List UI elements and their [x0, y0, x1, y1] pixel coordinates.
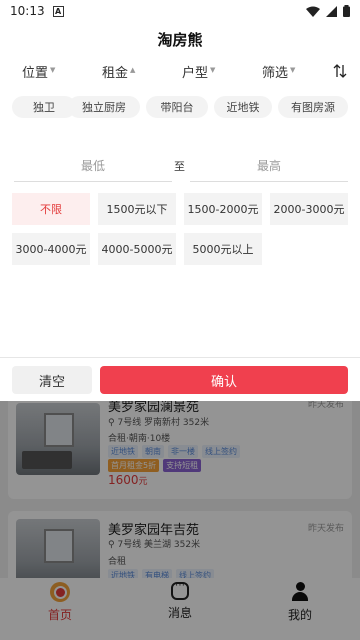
filter-bar: 位置 ▼ 租金 ▲ 户型 ▼ 筛选 ▼ [0, 58, 360, 84]
app-title: 淘房熊 [157, 30, 203, 49]
min-price-input[interactable]: 最低 [14, 150, 172, 182]
confirm-button[interactable]: 确认 [100, 366, 348, 394]
price-range: 最低 至 最高 [0, 150, 360, 186]
quick-tag[interactable]: 有图房源 [278, 96, 348, 118]
filter-location-label: 位置 [22, 65, 49, 81]
filter-more[interactable]: 筛选 ▼ [262, 62, 295, 81]
quick-tag[interactable]: 带阳台 [146, 96, 208, 118]
caret-down-icon: ▼ [50, 66, 56, 74]
notification-a-icon: A [52, 5, 64, 17]
price-option[interactable]: 3000-4000元 [12, 233, 90, 265]
status-time: 10:13 [10, 4, 45, 18]
quick-tag[interactable]: 近地铁 [214, 96, 272, 118]
range-separator: 至 [174, 160, 185, 173]
filter-rent-label: 租金 [102, 65, 129, 81]
quick-tag[interactable]: 独立厨房 [68, 96, 140, 118]
max-price-input[interactable]: 最高 [190, 150, 348, 182]
filter-layout-label: 户型 [182, 65, 209, 81]
clear-button[interactable]: 清空 [12, 366, 92, 394]
wifi-icon [306, 6, 320, 17]
quick-tag[interactable]: 独卫 [12, 96, 76, 118]
filter-layout[interactable]: 户型 ▼ [182, 62, 215, 81]
caret-down-icon: ▼ [210, 66, 216, 74]
price-option[interactable]: 2000-3000元 [270, 193, 348, 225]
sort-button[interactable] [333, 64, 347, 78]
filter-more-label: 筛选 [262, 65, 289, 81]
caret-up-icon: ▲ [130, 66, 136, 74]
price-option[interactable]: 4000-5000元 [98, 233, 176, 265]
status-icons [306, 5, 350, 17]
price-option[interactable]: 1500元以下 [98, 193, 176, 225]
price-option-unlimited[interactable]: 不限 [12, 193, 90, 225]
caret-down-icon: ▼ [290, 66, 296, 74]
dim-overlay[interactable] [0, 401, 360, 640]
action-row: 清空 确认 [0, 357, 360, 401]
sort-icon [333, 64, 347, 78]
price-option[interactable]: 1500-2000元 [184, 193, 262, 225]
price-option[interactable]: 5000元以上 [184, 233, 262, 265]
filter-rent[interactable]: 租金 ▲ [102, 62, 135, 81]
status-bar: 10:13 A [0, 0, 360, 22]
battery-icon [343, 5, 350, 17]
signal-icon [326, 5, 337, 17]
filter-location[interactable]: 位置 ▼ [22, 62, 55, 81]
